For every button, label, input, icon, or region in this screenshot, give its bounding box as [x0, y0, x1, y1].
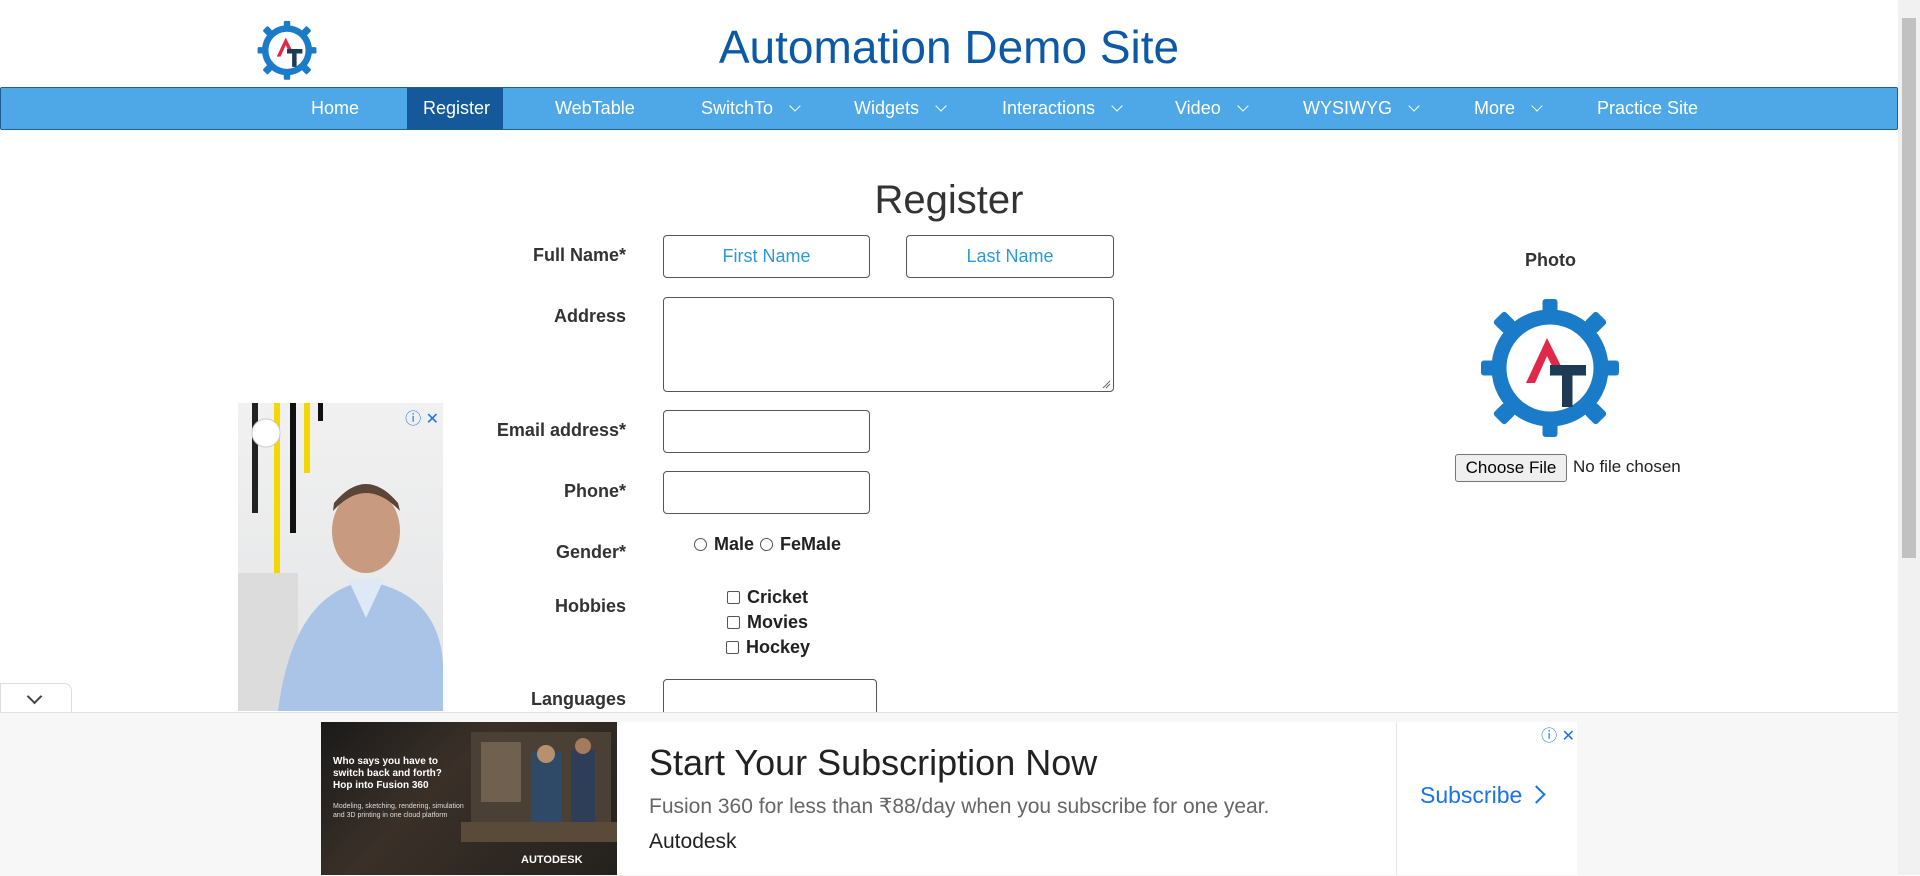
nav-interactions[interactable]: Interactions — [986, 88, 1137, 129]
chevron-down-icon — [1531, 100, 1543, 112]
side-ad-banner[interactable]: ⓘ ✕ — [238, 403, 443, 711]
bottom-ad-banner[interactable]: Who says you have to switch back and for… — [321, 722, 1577, 875]
gender-female-label: FeMale — [780, 534, 842, 554]
nav-interactions-label: Interactions — [1002, 98, 1096, 118]
ad-description: Fusion 360 for less than ₹88/day when yo… — [649, 795, 1270, 818]
ad-subscribe-label: Subscribe — [1420, 782, 1523, 808]
file-status-text: No file chosen — [1573, 457, 1681, 476]
hobby-movies-checkbox[interactable] — [727, 616, 740, 629]
photo-label: Photo — [1525, 250, 1576, 270]
ad-image-brand: AUTODESK — [521, 854, 583, 866]
site-title: Automation Demo Site — [718, 21, 1180, 73]
hobby-cricket-label: Cricket — [747, 587, 809, 607]
nav-switchto-label: SwitchTo — [701, 98, 774, 118]
choose-file-button[interactable]: Choose File — [1455, 454, 1567, 482]
nav-more[interactable]: More — [1458, 88, 1557, 129]
gender-male-radio[interactable] — [694, 538, 707, 551]
page-title: Register — [874, 178, 1024, 222]
ad-image: Who says you have to switch back and for… — [321, 722, 617, 875]
ad-workshop-image — [461, 732, 617, 842]
nav-widgets-label: Widgets — [854, 98, 920, 118]
ad-headline[interactable]: Start Your Subscription Now — [649, 742, 1097, 784]
chevron-down-icon — [1237, 100, 1249, 112]
ad-image-subtext: Modeling, sketching, rendering, simulati… — [333, 803, 464, 819]
nav-wysiwyg[interactable]: WYSIWYG — [1287, 88, 1434, 129]
nav-more-label: More — [1474, 98, 1516, 118]
nav-video-label: Video — [1175, 98, 1221, 118]
ad-info-close-icons[interactable]: ⓘ ✕ — [405, 405, 439, 429]
gender-female-radio[interactable] — [760, 538, 773, 551]
ad-image-headline: Who says you have to switch back and for… — [333, 756, 442, 791]
hobby-hockey-checkbox[interactable] — [726, 641, 739, 654]
nav-switchto[interactable]: SwitchTo — [685, 88, 815, 129]
ad-info-close-icons[interactable]: ⓘ ✕ — [1541, 722, 1575, 746]
scrollbar-thumb[interactable] — [1902, 18, 1916, 558]
phone-field[interactable] — [663, 471, 870, 514]
first-name-input[interactable]: First Name — [663, 235, 870, 278]
hobby-movies-label: Movies — [747, 612, 809, 632]
chevron-down-icon — [935, 100, 947, 112]
address-label: Address — [553, 306, 626, 326]
hobby-hockey-label: Hockey — [746, 637, 811, 657]
nav-webtable[interactable]: WebTable — [539, 88, 651, 129]
ad-collapse-toggle[interactable] — [0, 683, 72, 713]
ad-photo-image — [238, 403, 443, 711]
ad-divider — [1396, 722, 1397, 875]
nav-home[interactable]: Home — [295, 88, 375, 129]
hobby-cricket-checkbox[interactable] — [727, 591, 740, 604]
chevron-down-icon — [1111, 100, 1123, 112]
nav-widgets[interactable]: Widgets — [838, 88, 961, 129]
nav-practice-site[interactable]: Practice Site — [1581, 88, 1714, 129]
nav-video[interactable]: Video — [1159, 88, 1263, 129]
chevron-down-icon — [26, 688, 43, 705]
gender-male-label: Male — [714, 534, 755, 554]
page-scrollbar[interactable] — [1898, 0, 1920, 875]
address-textarea[interactable] — [663, 297, 1114, 392]
nav-register[interactable]: Register — [407, 88, 503, 129]
ad-subscribe-button[interactable]: Subscribe — [1420, 782, 1546, 809]
profile-photo-logo-icon — [1481, 299, 1619, 437]
full-name-label: Full Name* — [532, 245, 626, 265]
chevron-right-icon — [1527, 785, 1546, 804]
main-navbar: Home Register WebTable SwitchTo Widgets … — [0, 87, 1898, 130]
ad-brand: Autodesk — [649, 830, 737, 853]
last-name-input[interactable]: Last Name — [906, 235, 1114, 278]
nav-wysiwyg-label: WYSIWYG — [1303, 98, 1392, 118]
chevron-down-icon — [789, 100, 801, 112]
resize-grip-icon[interactable] — [1102, 380, 1111, 389]
email-field[interactable] — [663, 410, 870, 453]
chevron-down-icon — [1408, 100, 1420, 112]
